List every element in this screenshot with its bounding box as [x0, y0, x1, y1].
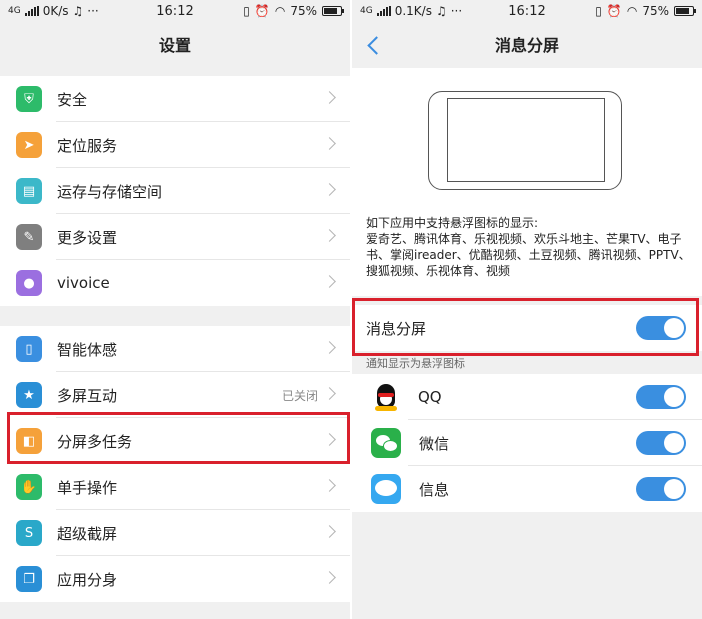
vibrate-icon: ▯: [595, 4, 602, 18]
wifi-icon: ◠: [274, 4, 286, 18]
settings-item-one-hand[interactable]: ✋ 单手操作: [0, 464, 350, 510]
description-heading: 如下应用中支持悬浮图标的显示:: [366, 216, 539, 230]
chevron-right-icon: [323, 91, 336, 104]
battery-percent: 75%: [642, 4, 669, 18]
messages-icon: [371, 474, 401, 504]
motion-icon: ▯: [16, 336, 42, 362]
vibrate-icon: ▯: [243, 4, 250, 18]
storage-icon: ▤: [16, 178, 42, 204]
microphone-icon: ●: [16, 270, 42, 296]
wrench-icon: ✎: [16, 224, 42, 250]
chevron-right-icon: [323, 341, 336, 354]
description-app-list: 爱奇艺、腾讯体育、乐视视频、欢乐斗地主、芒果TV、电子书、掌阅ireader、优…: [366, 232, 691, 278]
settings-group-2: ▯ 智能体感 ★ 多屏互动 已关闭 ◧ 分屏多任务 ✋ 单手操作 S 超级截屏 ❐ 应用分身: [0, 326, 350, 602]
battery-icon: [674, 6, 696, 16]
settings-screen: 4G 0K/s ♫ ··· 16:12 ▯ ⏰ ◠ 75% 设置 ⛨ 安全 ➤ 定位服…: [0, 0, 350, 619]
chevron-right-icon: [323, 137, 336, 150]
multiscreen-icon: ★: [16, 382, 42, 408]
app-toggle-row[interactable]: 信息: [352, 466, 702, 512]
page-title: 设置: [158, 36, 191, 55]
message-split-screen: 4G 0.1K/s ♫ ··· 16:12 ▯ ⏰ ◠ 75% 消息分屏 如下应…: [352, 0, 702, 619]
chevron-right-icon: [323, 571, 336, 584]
page-title: 消息分屏: [352, 24, 702, 68]
highlight-box: [7, 412, 350, 464]
app-toggle-list: QQ 微信信息: [352, 374, 702, 512]
settings-item-label: 运存与存储空间: [57, 182, 163, 201]
qq-icon: [372, 383, 400, 411]
chevron-right-icon: [323, 229, 336, 242]
chevron-right-icon: [323, 479, 336, 492]
phone-landscape-illustration: [428, 91, 622, 190]
notification-note: 通知显示为悬浮图标: [366, 357, 465, 370]
status-bar: 4G 0.1K/s ♫ ··· 16:12 ▯ ⏰ ◠ 75%: [352, 0, 702, 24]
chevron-right-icon: [323, 387, 336, 400]
status-bar: 4G 0K/s ♫ ··· 16:12 ▯ ⏰ ◠ 75%: [0, 0, 350, 24]
alarm-icon: ⏰: [254, 4, 270, 18]
chevron-right-icon: [323, 525, 336, 538]
settings-item-label: 单手操作: [57, 478, 118, 497]
app-toggle[interactable]: [636, 385, 686, 409]
screenshot-icon: S: [16, 520, 42, 546]
description-text: 如下应用中支持悬浮图标的显示: 爱奇艺、腾讯体育、乐视视频、欢乐斗地主、芒果TV、…: [366, 215, 692, 279]
settings-item-value: 已关闭: [281, 388, 318, 403]
settings-item-label: 智能体感: [57, 340, 118, 359]
settings-item-app-clone[interactable]: ❐ 应用分身: [0, 556, 350, 602]
settings-item-label: 定位服务: [57, 136, 118, 155]
location-arrow-icon: ➤: [16, 132, 42, 158]
settings-item-label: 多屏互动: [57, 386, 118, 405]
app-label: 信息: [419, 480, 450, 499]
settings-item-label: 超级截屏: [57, 524, 118, 543]
app-clone-icon: ❐: [16, 566, 42, 592]
chevron-right-icon: [323, 183, 336, 196]
settings-item-storage[interactable]: ▤ 运存与存储空间: [0, 168, 350, 214]
chevron-right-icon: [323, 275, 336, 288]
app-toggle[interactable]: [636, 431, 686, 455]
back-arrow-icon[interactable]: [364, 36, 384, 56]
settings-item-label: 更多设置: [57, 228, 118, 247]
settings-item-label: 安全: [57, 90, 88, 109]
settings-group-1: ⛨ 安全 ➤ 定位服务 ▤ 运存与存储空间 ✎ 更多设置 ● vivoice: [0, 76, 350, 306]
alarm-icon: ⏰: [606, 4, 622, 18]
page-title-text: 消息分屏: [494, 36, 559, 55]
settings-item-wrench[interactable]: ✎ 更多设置: [0, 214, 350, 260]
wifi-icon: ◠: [626, 4, 638, 18]
settings-item-shield[interactable]: ⛨ 安全: [0, 76, 350, 122]
one-hand-icon: ✋: [16, 474, 42, 500]
app-toggle[interactable]: [636, 477, 686, 501]
app-toggle-row[interactable]: QQ: [352, 374, 702, 420]
battery-icon: [322, 6, 344, 16]
highlight-box: [352, 298, 699, 356]
settings-item-label: vivoice: [57, 274, 110, 292]
settings-item-microphone[interactable]: ● vivoice: [0, 260, 350, 306]
settings-item-motion[interactable]: ▯ 智能体感: [0, 326, 350, 372]
app-label: 微信: [419, 434, 450, 453]
shield-icon: ⛨: [16, 86, 42, 112]
phone-screen-illustration: [447, 98, 605, 182]
battery-percent: 75%: [290, 4, 317, 18]
settings-item-screenshot[interactable]: S 超级截屏: [0, 510, 350, 556]
app-toggle-row[interactable]: 微信: [352, 420, 702, 466]
wechat-icon: [371, 428, 401, 458]
supported-apps-description: 如下应用中支持悬浮图标的显示: 爱奇艺、腾讯体育、乐视视频、欢乐斗地主、芒果TV、…: [366, 215, 692, 279]
app-label: QQ: [418, 388, 442, 406]
settings-item-label: 应用分身: [57, 570, 118, 589]
settings-item-location-arrow[interactable]: ➤ 定位服务: [0, 122, 350, 168]
